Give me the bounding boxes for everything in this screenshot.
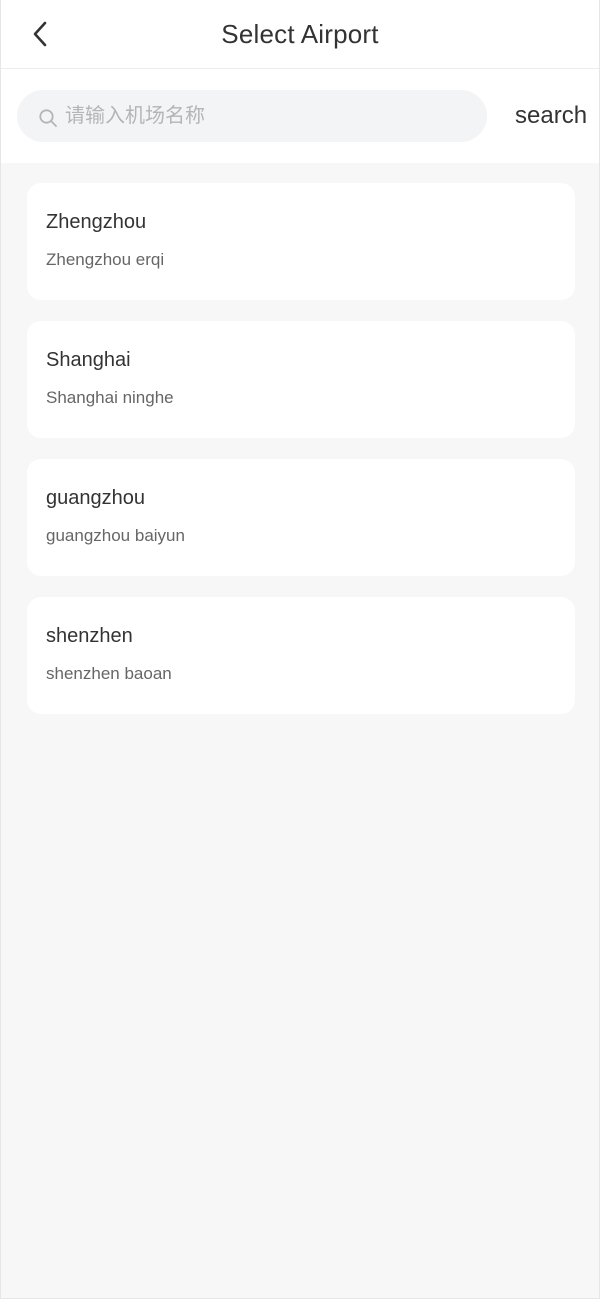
city-name: Shanghai [46, 349, 131, 371]
city-name: Zhengzhou [46, 211, 147, 233]
city-name: shenzhen [46, 625, 133, 647]
airport-card-zhengzhou[interactable]: Zhengzhou Zhengzhou erqi [27, 183, 575, 300]
airport-name: Shanghai ninghe [46, 388, 174, 407]
airport-name: Zhengzhou erqi [46, 250, 165, 269]
chevron-left-icon [33, 21, 47, 47]
city-name: guangzhou [46, 487, 145, 509]
search-input[interactable] [65, 104, 487, 128]
search-button[interactable]: search [515, 102, 587, 130]
airport-name: guangzhou baiyun [46, 526, 185, 545]
airport-card-shenzhen[interactable]: shenzhen shenzhen baoan [27, 597, 575, 714]
top-nav-bar: Select Airport [1, 0, 599, 69]
airport-card-shanghai[interactable]: Shanghai Shanghai ninghe [27, 321, 575, 438]
page-title: Select Airport [221, 18, 379, 49]
airport-name: shenzhen baoan [46, 664, 172, 683]
airport-card-guangzhou[interactable]: guangzhou guangzhou baiyun [27, 459, 575, 576]
airport-select-page: Select Airport search Zhengzhou Zhengzho… [0, 0, 600, 1299]
search-box[interactable] [17, 90, 487, 142]
search-bar: search [1, 69, 599, 163]
search-icon [37, 107, 59, 129]
airport-list: Zhengzhou Zhengzhou erqi Shanghai Shangh… [1, 163, 599, 714]
back-button[interactable] [25, 16, 55, 52]
